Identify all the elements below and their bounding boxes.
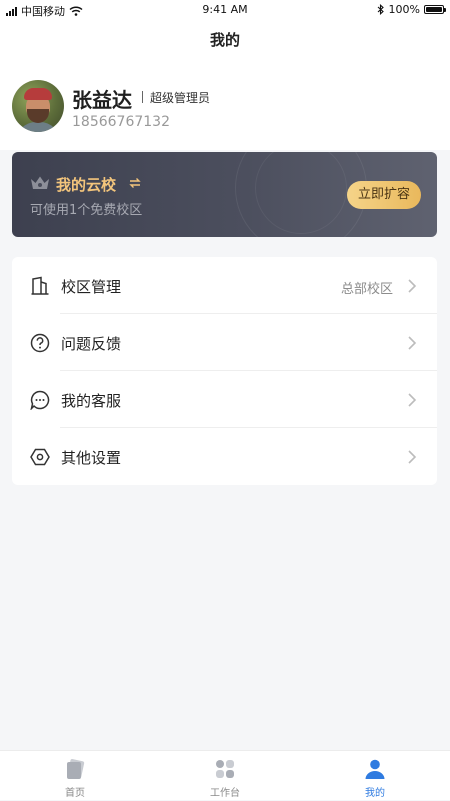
tab-mine[interactable]: 我的 [300, 751, 450, 801]
avatar[interactable] [12, 80, 64, 132]
chevron-right-icon [408, 450, 417, 464]
switch-arrows-icon[interactable] [128, 176, 142, 190]
chat-bubble-icon [30, 390, 50, 410]
home-cards-icon [67, 759, 85, 779]
menu-item-campus-management[interactable]: 校区管理 总部校区 [12, 257, 437, 314]
chevron-right-icon [408, 279, 417, 293]
profile-divider [142, 91, 143, 103]
menu-item-customer-service[interactable]: 我的客服 [12, 371, 437, 428]
settings-menu: 校区管理 总部校区 问题反馈 我的客服 其他设置 [12, 257, 437, 485]
menu-item-label: 校区管理 [61, 278, 122, 296]
menu-item-label: 我的客服 [61, 392, 122, 410]
person-icon [365, 759, 385, 779]
bluetooth-icon [377, 4, 384, 15]
profile-phone: 18566767132 [72, 114, 170, 130]
profile-role: 超级管理员 [150, 91, 211, 105]
battery-icon [424, 5, 446, 14]
cloud-school-card[interactable]: 我的云校 可使用1个免费校区 立即扩容 [12, 152, 437, 237]
workbench-grid-icon [216, 760, 234, 778]
menu-item-value: 总部校区 [340, 282, 393, 297]
menu-item-label: 其他设置 [61, 449, 122, 467]
status-right: 100% [377, 3, 446, 16]
menu-item-feedback[interactable]: 问题反馈 [12, 314, 437, 371]
tab-label: 我的 [365, 788, 385, 799]
chevron-right-icon [408, 393, 417, 407]
menu-item-other-settings[interactable]: 其他设置 [12, 428, 437, 485]
chevron-right-icon [408, 336, 417, 350]
menu-item-label: 问题反馈 [61, 335, 122, 353]
battery-percent: 100% [388, 3, 420, 16]
crown-icon [31, 176, 49, 189]
tab-home[interactable]: 首页 [0, 751, 150, 801]
tab-label: 首页 [65, 788, 85, 799]
profile-header[interactable]: 张益达 超级管理员 18566767132 [0, 60, 450, 150]
tab-workbench[interactable]: 工作台 [150, 751, 300, 801]
building-icon [31, 276, 49, 295]
status-bar: 中国移动 9:41 AM 100% [0, 0, 450, 20]
question-circle-icon [30, 333, 50, 353]
settings-hexagon-icon [30, 448, 50, 466]
page-title: 我的 [0, 20, 450, 60]
expand-now-button[interactable]: 立即扩容 [347, 181, 421, 209]
tab-label: 工作台 [210, 788, 240, 799]
bottom-tab-bar: 首页 工作台 我的 [0, 750, 450, 800]
cloud-school-title: 我的云校 [56, 176, 117, 194]
profile-name: 张益达 [72, 88, 132, 112]
cloud-school-subtitle: 可使用1个免费校区 [30, 203, 143, 218]
